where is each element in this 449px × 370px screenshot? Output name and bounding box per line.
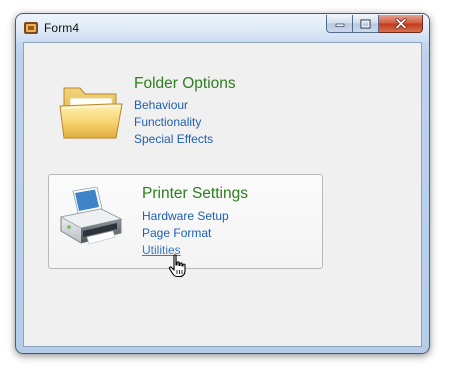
hand-cursor-icon bbox=[168, 254, 188, 283]
link-hardware-setup[interactable]: Hardware Setup bbox=[142, 209, 229, 223]
title-bar[interactable]: Form4 bbox=[16, 14, 429, 42]
close-button[interactable] bbox=[379, 15, 423, 33]
minimize-button[interactable] bbox=[326, 15, 353, 33]
folder-options-group: Folder Options Behaviour Functionality S… bbox=[55, 69, 329, 165]
link-page-format[interactable]: Page Format bbox=[142, 226, 211, 240]
minimize-icon bbox=[335, 23, 344, 27]
printer-icon bbox=[57, 186, 125, 258]
maximize-icon bbox=[360, 18, 371, 29]
printer-settings-title: Printer Settings bbox=[142, 185, 248, 202]
app-icon[interactable] bbox=[23, 20, 39, 36]
link-behaviour[interactable]: Behaviour bbox=[134, 98, 188, 112]
client-area: Folder Options Behaviour Functionality S… bbox=[23, 42, 422, 347]
folder-icon bbox=[58, 80, 124, 147]
form4-window: Form4 Folder Options Behaviour Functiona… bbox=[15, 13, 430, 354]
link-special-effects[interactable]: Special Effects bbox=[134, 132, 213, 146]
window-title: Form4 bbox=[44, 21, 80, 35]
link-functionality[interactable]: Functionality bbox=[134, 115, 201, 129]
close-icon bbox=[394, 18, 407, 29]
caption-buttons bbox=[326, 15, 423, 33]
folder-options-title: Folder Options bbox=[134, 75, 236, 92]
maximize-button[interactable] bbox=[353, 15, 379, 33]
